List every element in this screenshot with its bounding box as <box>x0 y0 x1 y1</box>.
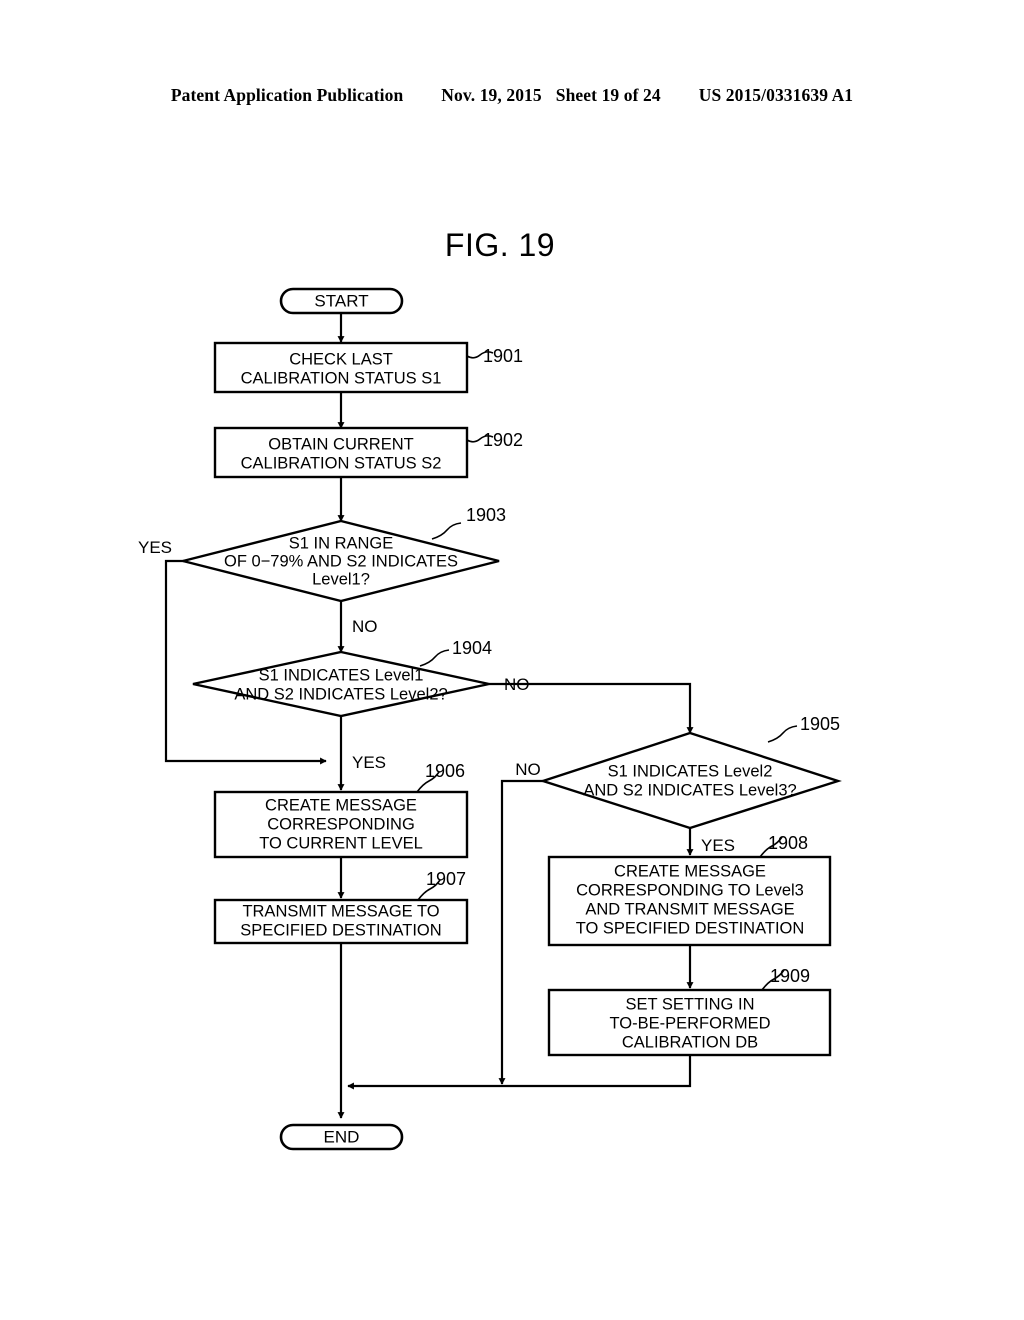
leader-1903 <box>431 522 462 540</box>
process-1908-line4: TO SPECIFIED DESTINATION <box>576 919 805 937</box>
process-1909-line1: SET SETTING IN <box>626 995 755 1013</box>
connector-1905-no-to-merge <box>498 779 543 1085</box>
decision-1905-line1: S1 INDICATES Level2 <box>608 762 773 780</box>
process-1902-line2: CALIBRATION STATUS S2 <box>241 454 442 472</box>
start-terminator-label: START <box>314 291 368 310</box>
decision-1903-line2: OF 0−79% AND S2 INDICATES <box>224 552 458 570</box>
end-terminator-label: END <box>324 1127 360 1146</box>
edge-label-1904-yes: YES <box>352 753 386 772</box>
process-1909-line2: TO-BE-PERFORMED <box>609 1014 770 1032</box>
process-1908-line1: CREATE MESSAGE <box>614 862 766 880</box>
ref-number-1905: 1905 <box>800 714 840 734</box>
process-1908-line3: AND TRANSMIT MESSAGE <box>585 900 794 918</box>
leader-1904 <box>419 649 450 667</box>
process-1906-line2: CORRESPONDING <box>267 815 415 833</box>
edge-label-1903-no: NO <box>352 617 378 636</box>
ref-number-1902: 1902 <box>483 430 523 450</box>
edge-label-1905-no: NO <box>515 760 541 779</box>
edge-label-1903-yes: YES <box>138 538 172 557</box>
decision-1905-line2: AND S2 INDICATES Level3? <box>583 781 796 799</box>
patent-page: Patent Application Publication Nov. 19, … <box>0 0 1024 1320</box>
ref-number-1901: 1901 <box>483 346 523 366</box>
decision-1903-line3: Level1? <box>312 570 370 588</box>
process-1901-line1: CHECK LAST <box>289 350 393 368</box>
ref-number-1907: 1907 <box>426 869 466 889</box>
process-1906-line1: CREATE MESSAGE <box>265 796 417 814</box>
ref-number-1906: 1906 <box>425 761 465 781</box>
connector-1909-to-merge <box>347 1055 692 1090</box>
flowchart-diagram: START CHECK LAST CALIBRATION STATUS S1 1… <box>138 287 842 1151</box>
ref-number-1904: 1904 <box>452 638 492 658</box>
decision-1904-line2: AND S2 INDICATES Level2? <box>234 685 447 703</box>
process-1907-line1: TRANSMIT MESSAGE TO <box>242 902 439 920</box>
edge-label-1905-yes: YES <box>701 836 735 855</box>
ref-number-1903: 1903 <box>466 505 506 525</box>
ref-number-1908: 1908 <box>768 833 808 853</box>
process-1908-line2: CORRESPONDING TO Level3 <box>576 881 804 899</box>
leader-1905 <box>767 725 798 743</box>
process-1907-line2: SPECIFIED DESTINATION <box>240 921 441 939</box>
process-1902-line1: OBTAIN CURRENT <box>268 435 413 453</box>
process-1909-line3: CALIBRATION DB <box>622 1033 758 1051</box>
decision-1904-line1: S1 INDICATES Level1 <box>259 666 424 684</box>
process-1901-line2: CALIBRATION STATUS S1 <box>241 369 442 387</box>
decision-1903-line1: S1 IN RANGE <box>289 534 394 552</box>
edge-label-1904-no: NO <box>504 675 530 694</box>
ref-number-1909: 1909 <box>770 966 810 986</box>
process-1906-line3: TO CURRENT LEVEL <box>259 834 423 852</box>
